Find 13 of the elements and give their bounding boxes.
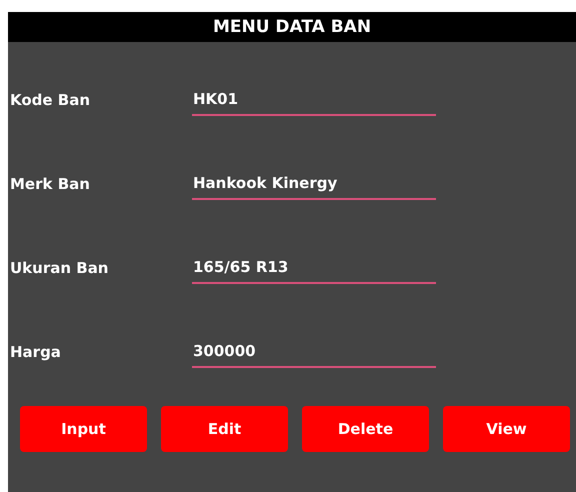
field-label: Merk Ban: [9, 174, 91, 192]
field-label: Ukuran Ban: [9, 258, 110, 276]
field-label: Harga: [9, 342, 62, 360]
input-field[interactable]: HK01: [192, 83, 436, 116]
input-field[interactable]: Hankook Kinergy: [192, 167, 436, 200]
screen-title: MENU DATA BAN: [212, 17, 372, 37]
input-field[interactable]: 165/65 R13: [192, 251, 436, 284]
action-button[interactable]: Delete: [302, 406, 429, 452]
field-label: Kode Ban: [9, 90, 92, 108]
action-button[interactable]: Input: [20, 406, 147, 452]
action-button[interactable]: Edit: [161, 406, 288, 452]
input-field[interactable]: 300000: [192, 335, 436, 368]
action-button[interactable]: View: [443, 406, 570, 452]
